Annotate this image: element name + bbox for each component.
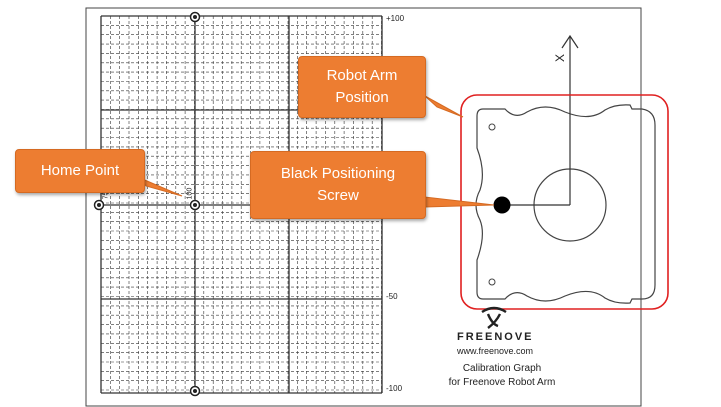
robot-arm-callout-pointer	[424, 95, 464, 118]
freenove-logo-icon	[481, 306, 507, 329]
home-point-marker	[189, 199, 201, 211]
caption-line-1: Calibration Graph	[462, 363, 542, 374]
axis-label-center-small: 100	[186, 187, 194, 200]
grid-marker-top	[189, 11, 201, 23]
home-point-callout-label: Home Point	[40, 162, 120, 179]
screw-callout-line1: Black Positioning	[280, 165, 396, 182]
robot-arm-position-callout-line1: Robot Arm	[326, 67, 398, 84]
black-positioning-screw	[493, 196, 511, 214]
brand-url: www.freenove.com	[457, 346, 534, 356]
x-axis-label: X	[553, 53, 568, 63]
robot-arm-position-callout-line2: Position	[335, 89, 389, 106]
axis-label-bottom: -100	[386, 384, 403, 393]
robot-arm-highlight-box	[460, 94, 669, 310]
home-point-callout: Home Point	[15, 149, 145, 193]
black-positioning-screw-callout: Black Positioning Screw	[250, 151, 426, 219]
brand-name: FREENOVE	[457, 331, 534, 343]
screw-callout-line2: Screw	[317, 187, 359, 204]
axis-label-top: +100	[386, 14, 405, 23]
axis-label-middle: -50	[386, 292, 398, 301]
grid-marker-bottom	[189, 385, 201, 397]
grid-marker-left	[93, 199, 105, 211]
robot-arm-mount-hole-bottom	[488, 278, 496, 286]
screw-callout-pointer	[424, 196, 495, 208]
robot-arm-mount-hole-top	[488, 123, 496, 131]
caption-line-2: for Freenove Robot Arm	[448, 377, 556, 388]
robot-arm-position-callout: Robot Arm Position	[298, 56, 426, 118]
